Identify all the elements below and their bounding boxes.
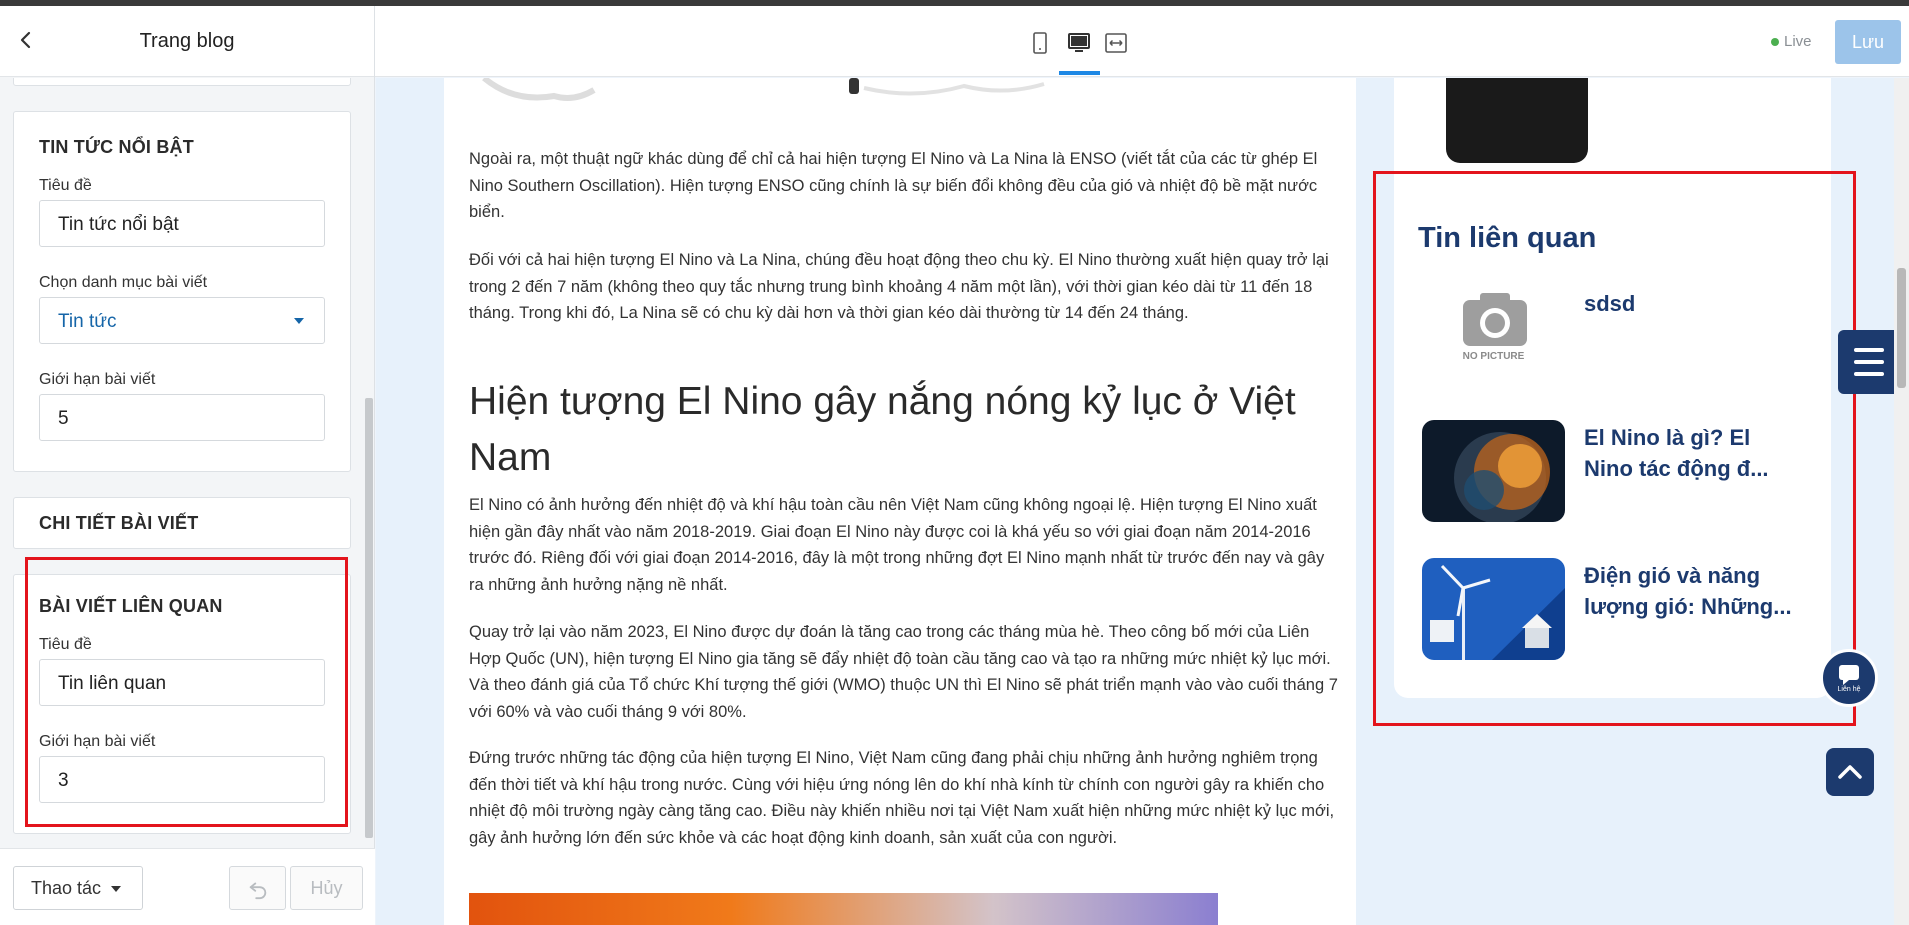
featured-news-section: TIN TỨC NỔI BẬT Tiêu đề Tin tức nổi bật … <box>13 111 351 472</box>
undo-icon <box>249 882 267 900</box>
preview-scrollbar-thumb[interactable] <box>1897 268 1906 388</box>
active-device-indicator <box>1059 71 1100 75</box>
featured-limit-label: Giới hạn bài viết <box>39 371 156 388</box>
live-dot-icon <box>1771 38 1779 47</box>
post-detail-section[interactable]: CHI TIẾT BÀI VIẾT <box>13 497 351 549</box>
contact-label: Liên hệ <box>1837 686 1861 693</box>
featured-thumbnail[interactable] <box>1446 78 1588 163</box>
article-paragraph: Đối với cả hai hiện tượng El Nino và La … <box>469 251 1329 322</box>
article-body: Ngoài ra, một thuật ngữ khác dùng để chỉ… <box>444 78 1356 925</box>
featured-limit-input[interactable]: 5 <box>39 394 325 441</box>
chevron-down-icon <box>294 318 304 324</box>
article-image-top <box>444 78 1356 108</box>
panel-scroll-area: TIN TỨC NỔI BẬT Tiêu đề Tin tức nổi bật … <box>0 78 375 848</box>
scroll-to-top-button[interactable] <box>1826 748 1874 796</box>
detail-heading: CHI TIẾT BÀI VIẾT <box>39 513 199 533</box>
settings-panel: Trang blog TIN TỨC NỔI BẬT Tiêu đề Tin t… <box>0 6 375 925</box>
highlight-box <box>1373 171 1856 726</box>
category-select[interactable]: Tin tức <box>39 297 325 344</box>
panel-scrollbar[interactable] <box>365 398 373 838</box>
save-button[interactable]: Lưu <box>1835 20 1901 64</box>
contact-button[interactable]: Liên hệ <box>1820 649 1878 707</box>
article-paragraph: El Nino có ảnh hưởng đến nhiệt độ và khí… <box>469 496 1325 594</box>
previous-section-card <box>13 78 351 86</box>
caret-down-icon <box>111 886 122 893</box>
article-paragraph: Ngoài ra, một thuật ngữ khác dùng để chỉ… <box>469 150 1318 221</box>
menu-toggle-button[interactable] <box>1838 330 1899 394</box>
preview-scrollbar[interactable] <box>1894 78 1909 925</box>
featured-heading: TIN TỨC NỔI BẬT <box>39 137 194 157</box>
article-heading: Hiện tượng El Nino gây nắng nóng kỷ lục … <box>469 380 1296 479</box>
cancel-button[interactable]: Hủy <box>290 866 363 910</box>
highlight-box <box>25 557 348 827</box>
live-status: Live <box>1771 33 1812 50</box>
category-select-value: Tin tức <box>58 311 117 332</box>
category-label: Chọn danh mục bài viết <box>39 274 208 291</box>
chat-icon <box>1839 665 1859 685</box>
page-preview: Ngoài ra, một thuật ngữ khác dùng để chỉ… <box>376 78 1909 925</box>
hamburger-icon <box>1854 348 1884 376</box>
live-label: Live <box>1784 33 1812 50</box>
desktop-icon[interactable] <box>1066 30 1092 56</box>
fullwidth-icon[interactable] <box>1103 30 1129 56</box>
panel-header: Trang blog <box>0 6 374 77</box>
featured-title-label: Tiêu đề <box>39 177 92 194</box>
chevron-up-icon <box>1838 765 1862 779</box>
mobile-icon[interactable] <box>1027 30 1053 56</box>
article-paragraph: Quay trở lại vào năm 2023, El Nino được … <box>469 623 1338 721</box>
featured-title-input[interactable]: Tin tức nổi bật <box>39 200 325 247</box>
undo-button[interactable] <box>229 866 286 910</box>
actions-dropdown-button[interactable]: Thao tác <box>13 866 143 910</box>
panel-title: Trang blog <box>139 30 235 52</box>
article-paragraph: Đứng trước những tác động của hiện tượng… <box>469 749 1335 847</box>
panel-footer: Thao tác Hủy <box>0 848 375 925</box>
article-image <box>469 893 1218 925</box>
actions-label: Thao tác <box>31 878 102 898</box>
editor-toolbar: Live Lưu <box>375 6 1909 77</box>
